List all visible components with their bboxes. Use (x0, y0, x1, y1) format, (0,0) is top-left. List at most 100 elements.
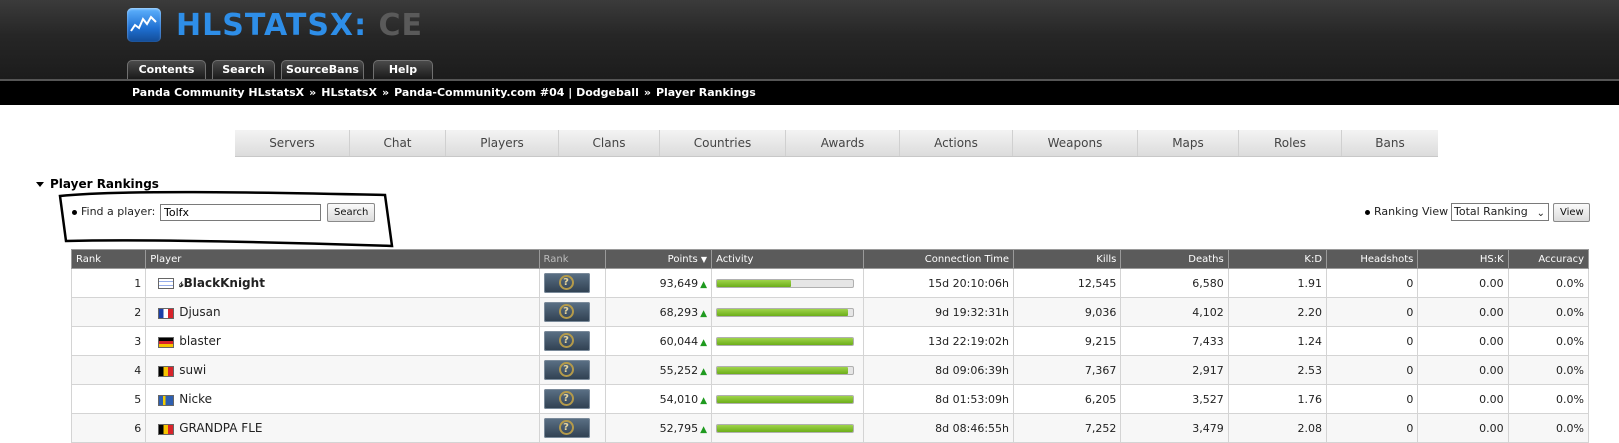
cell-kd: 1.91 (1227, 268, 1328, 298)
cell-activity (711, 326, 864, 356)
country-flag-icon (158, 278, 175, 289)
column-header-deaths[interactable]: Deaths (1120, 249, 1229, 269)
cell-player[interactable]: Djusan (145, 297, 540, 327)
player-name-link[interactable]: 𝓈BlackKnight (179, 276, 265, 290)
column-header-accuracy[interactable]: Accuracy (1507, 249, 1590, 269)
column-header-kills[interactable]: Kills (1013, 249, 1122, 269)
cell-hsk: 0.00 (1417, 297, 1509, 327)
country-flag-icon (158, 365, 175, 377)
activity-bar (716, 279, 855, 288)
cell-player[interactable]: 𝓈BlackKnight (145, 268, 540, 298)
activity-bar-fill (717, 396, 854, 403)
sub-navigation: Servers Chat Players Clans Countries Awa… (235, 130, 1438, 157)
bullet-icon (1365, 209, 1370, 215)
nav-bans[interactable]: Bans (1342, 130, 1438, 156)
nav-actions[interactable]: Actions (900, 130, 1013, 156)
points-value: 54,010 (659, 392, 699, 406)
cell-connection-time: 8d 01:53:09h (862, 384, 1015, 414)
activity-bar-fill (717, 367, 848, 374)
breadcrumb-separator: » (643, 86, 651, 99)
cell-kd: 1.24 (1227, 326, 1328, 356)
player-name-link[interactable]: blaster (179, 334, 221, 348)
breadcrumb-item[interactable]: Panda Community HLstatsX (132, 86, 304, 99)
cell-player[interactable]: Nicke (145, 384, 540, 414)
tab-search[interactable]: Search (212, 60, 275, 79)
section-title[interactable]: Player Rankings (36, 177, 159, 191)
nav-maps[interactable]: Maps (1138, 130, 1239, 156)
tab-sourcebans[interactable]: SourceBans (281, 60, 364, 79)
cell-kills: 9,036 (1013, 297, 1122, 327)
player-name-link[interactable]: Nicke (179, 392, 212, 406)
breadcrumb-item[interactable]: HLstatsX (321, 86, 377, 99)
cell-activity (711, 413, 864, 443)
cell-hsk: 0.00 (1417, 413, 1509, 443)
rank-badge-icon: ? (543, 360, 590, 380)
logo-chart-icon[interactable] (127, 8, 161, 42)
cell-hsk: 0.00 (1417, 326, 1509, 356)
country-flag-icon (158, 307, 175, 319)
column-header-headshots[interactable]: Headshots (1326, 249, 1419, 269)
nav-weapons[interactable]: Weapons (1013, 130, 1138, 156)
cell-hsk: 0.00 (1417, 268, 1509, 298)
cell-accuracy: 0.0% (1507, 355, 1590, 385)
column-header-connection-time[interactable]: Connection Time (862, 249, 1015, 269)
player-name-link[interactable]: suwi (179, 363, 206, 377)
rank-badge-icon: ? (543, 302, 590, 322)
site-header: HLSTATSX: CE Contents Search SourceBans … (0, 0, 1619, 79)
activity-bar (716, 395, 855, 404)
column-header-activity[interactable]: Activity (711, 249, 864, 269)
sort-desc-icon: ▼ (700, 254, 708, 264)
cell-connection-time: 13d 22:19:02h (862, 326, 1015, 356)
nav-awards[interactable]: Awards (786, 130, 900, 156)
cell-player[interactable]: GRANDPA FLE (145, 413, 540, 443)
search-button[interactable]: Search (327, 203, 376, 222)
cell-hsk: 0.00 (1417, 355, 1509, 385)
breadcrumb-separator: » (381, 86, 390, 99)
breadcrumb-item[interactable]: Panda-Community.com #04 | Dodgeball (394, 86, 639, 99)
ranking-view-label: Ranking View (1365, 205, 1448, 218)
activity-bar (716, 424, 855, 433)
column-header-player[interactable]: Player (145, 249, 540, 269)
cell-activity (711, 384, 864, 414)
column-header-kd[interactable]: K:D (1227, 249, 1328, 269)
player-name-link[interactable]: GRANDPA FLE (179, 421, 262, 435)
table-row: 3 blaster? 60,044 ▲ 13d 22:19:02h 9,215 7,433 1… (70, 326, 1590, 356)
nav-servers[interactable]: Servers (235, 130, 350, 156)
cell-skill-rank: ? (538, 384, 606, 414)
nav-countries[interactable]: Countries (660, 130, 786, 156)
ranking-view-select[interactable]: Total Ranking ⌄ (1451, 203, 1549, 221)
find-player-input[interactable] (160, 204, 321, 221)
nav-clans[interactable]: Clans (559, 130, 660, 156)
site-logo[interactable]: HLSTATSX: CE (176, 8, 423, 44)
nav-players[interactable]: Players (446, 130, 559, 156)
cell-points: 55,252 ▲ (604, 355, 713, 385)
cell-kills: 9,215 (1013, 326, 1122, 356)
find-player-text: Find a player: (81, 205, 156, 218)
cell-headshots: 0 (1326, 297, 1419, 327)
column-header-rank[interactable]: Rank (70, 249, 147, 269)
cell-points: 68,293 ▲ (604, 297, 713, 327)
tab-contents[interactable]: Contents (127, 60, 206, 79)
cell-points: 54,010 ▲ (604, 384, 713, 414)
cell-player[interactable]: blaster (145, 326, 540, 356)
view-button[interactable]: View (1553, 203, 1590, 222)
cell-points: 93,649 ▲ (604, 268, 713, 298)
rankings-table: Rank Player Rank Points ▼ Activity Conne… (70, 249, 1590, 443)
player-name-link[interactable]: Djusan (179, 305, 220, 319)
find-player-label: Find a player: (72, 205, 155, 218)
cell-points: 52,795 ▲ (604, 413, 713, 443)
nav-chat[interactable]: Chat (350, 130, 446, 156)
rankings-table-body: 1 𝓈BlackKnight? 93,649 ▲ 15d 20:10:06h 12,545… (70, 268, 1590, 443)
cell-skill-rank: ? (538, 355, 606, 385)
table-row: 1 𝓈BlackKnight? 93,649 ▲ 15d 20:10:06h 12,545… (70, 268, 1590, 298)
nav-roles[interactable]: Roles (1239, 130, 1342, 156)
column-header-skill-rank: Rank (538, 249, 606, 269)
cell-rank: 3 (70, 326, 147, 356)
cell-kills: 7,252 (1013, 413, 1122, 443)
trend-up-icon: ▲ (700, 308, 708, 319)
tab-help[interactable]: Help (373, 60, 433, 79)
column-header-points[interactable]: Points ▼ (604, 249, 713, 269)
cell-player[interactable]: suwi (145, 355, 540, 385)
column-header-hsk[interactable]: HS:K (1417, 249, 1509, 269)
country-flag-icon (158, 336, 175, 348)
